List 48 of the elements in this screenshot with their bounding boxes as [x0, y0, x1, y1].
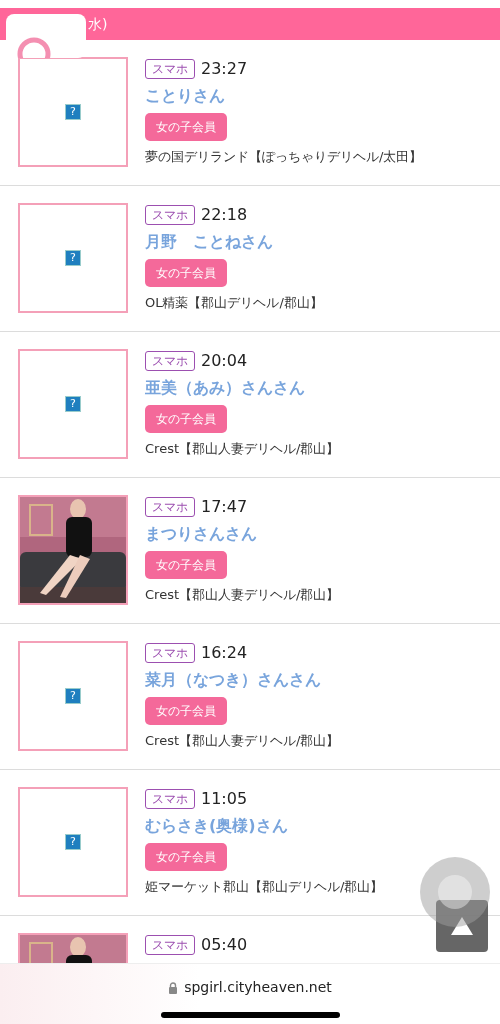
ring-icon [6, 14, 86, 58]
shop-name: Crest【郡山人妻デリヘル/郡山】 [145, 732, 340, 750]
thumbnail-frame[interactable]: ? [18, 641, 128, 751]
broken-image-icon: ? [65, 396, 81, 412]
member-badge: 女の子会員 [145, 843, 227, 871]
profile-name-link[interactable]: ことりさん [145, 85, 225, 107]
post-time: 05:40 [201, 934, 248, 956]
broken-image-icon: ? [65, 688, 81, 704]
post-time: 20:04 [201, 350, 248, 372]
profile-name-link[interactable]: むらさき(奥様)さん [145, 815, 288, 837]
profile-name-link[interactable]: 菜月（なつき）さんさん [145, 669, 321, 691]
member-badge: 女の子会員 [145, 551, 227, 579]
url-text[interactable]: spgirl.cityheaven.net [184, 977, 332, 998]
member-badge: 女の子会員 [145, 697, 227, 725]
broken-image-icon: ? [65, 834, 81, 850]
thumbnail-frame[interactable]: ? [18, 349, 128, 459]
shop-name: Crest【郡山人妻デリヘル/郡山】 [145, 586, 340, 604]
lock-icon [168, 981, 179, 994]
shop-name: Crest【郡山人妻デリヘル/郡山】 [145, 440, 340, 458]
shop-name: 姫マーケット郡山【郡山デリヘル/郡山】 [145, 878, 384, 896]
member-badge: 女の子会員 [145, 113, 227, 141]
shop-name: 夢の国デリランド【ぽっちゃりデリヘル/太田】 [145, 148, 423, 166]
device-tag: スマホ [145, 59, 195, 79]
profile-name-link[interactable]: 月野 ことねさん [145, 231, 273, 253]
up-triangle-icon [450, 916, 474, 936]
member-badge: 女の子会員 [145, 259, 227, 287]
member-badge: 女の子会員 [145, 405, 227, 433]
post-time: 23:27 [201, 58, 248, 80]
profile-name-link[interactable]: まつりさんさん [145, 523, 257, 545]
profile-name-link[interactable]: 亜美（あみ）さんさん [145, 377, 305, 399]
device-tag: スマホ [145, 497, 195, 517]
device-tag: スマホ [145, 789, 195, 809]
thumbnail-frame[interactable]: ? [18, 787, 128, 897]
device-tag: スマホ [145, 935, 195, 955]
post-time: 17:47 [201, 496, 248, 518]
scroll-top-button[interactable] [436, 900, 488, 952]
header-date: 水) [88, 14, 108, 34]
thumbnail-frame[interactable]: ? [18, 57, 128, 167]
device-tag: スマホ [145, 205, 195, 225]
shop-name: OL精薬【郡山デリヘル/郡山】 [145, 294, 323, 312]
thumbnail-frame[interactable]: ? [18, 203, 128, 313]
post-time: 11:05 [201, 788, 248, 810]
device-tag: スマホ [145, 643, 195, 663]
device-tag: スマホ [145, 351, 195, 371]
broken-image-icon: ? [65, 250, 81, 266]
broken-image-icon: ? [65, 104, 81, 120]
post-time: 16:24 [201, 642, 248, 664]
post-time: 22:18 [201, 204, 248, 226]
